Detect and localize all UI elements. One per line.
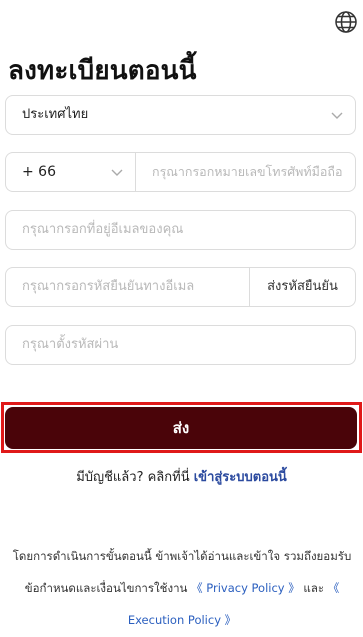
- send-code-button[interactable]: ส่งรหัสยืนยัน: [249, 267, 356, 307]
- email-placeholder: กรุณากรอกที่อยู่อีเมลของคุณ: [22, 222, 184, 237]
- phone-code-select[interactable]: + 66: [5, 152, 135, 192]
- phone-input[interactable]: กรุณากรอกหมายเลขโทรศัพท์มือถือ: [135, 152, 356, 192]
- terms-body: โดยการดำเนินการขั้นตอนนี้ ข้าพเจ้าได้อ่า…: [12, 549, 352, 595]
- password-input[interactable]: กรุณาตั้งรหัสผ่าน: [5, 325, 356, 365]
- verification-code-input[interactable]: กรุณากรอกรหัสยืนยันทางอีเมล: [5, 267, 249, 307]
- privacy-policy-link[interactable]: 《 Privacy Policy 》: [191, 581, 300, 595]
- code-placeholder: กรุณากรอกรหัสยืนยันทางอีเมล: [22, 279, 195, 294]
- page-title: ลงทะเบียนตอนนี้: [8, 56, 197, 86]
- country-select[interactable]: ประเทศไทย: [5, 95, 356, 135]
- country-value: ประเทศไทย: [22, 107, 89, 122]
- globe-icon[interactable]: [334, 10, 358, 34]
- login-link[interactable]: เข้าสู่ระบบตอนนี้: [194, 470, 287, 485]
- chevron-down-icon: [111, 169, 123, 176]
- password-placeholder: กรุณาตั้งรหัสผ่าน: [22, 337, 119, 352]
- terms-and: และ: [303, 581, 325, 595]
- email-input[interactable]: กรุณากรอกที่อยู่อีเมลของคุณ: [5, 210, 356, 250]
- login-prompt: มีบัญชีแล้ว? คลิกที่นี่ เข้าสู่ระบบตอนนี…: [0, 466, 363, 487]
- phone-code-value: + 66: [22, 164, 56, 180]
- phone-placeholder: กรุณากรอกหมายเลขโทรศัพท์มือถือ: [152, 164, 343, 179]
- submit-button[interactable]: ส่ง: [5, 407, 357, 449]
- terms-text: โดยการดำเนินการขั้นตอนนี้ ข้าพเจ้าได้อ่า…: [6, 540, 358, 636]
- login-prompt-text: มีบัญชีแล้ว? คลิกที่นี่: [76, 470, 190, 485]
- chevron-down-icon: [331, 112, 343, 119]
